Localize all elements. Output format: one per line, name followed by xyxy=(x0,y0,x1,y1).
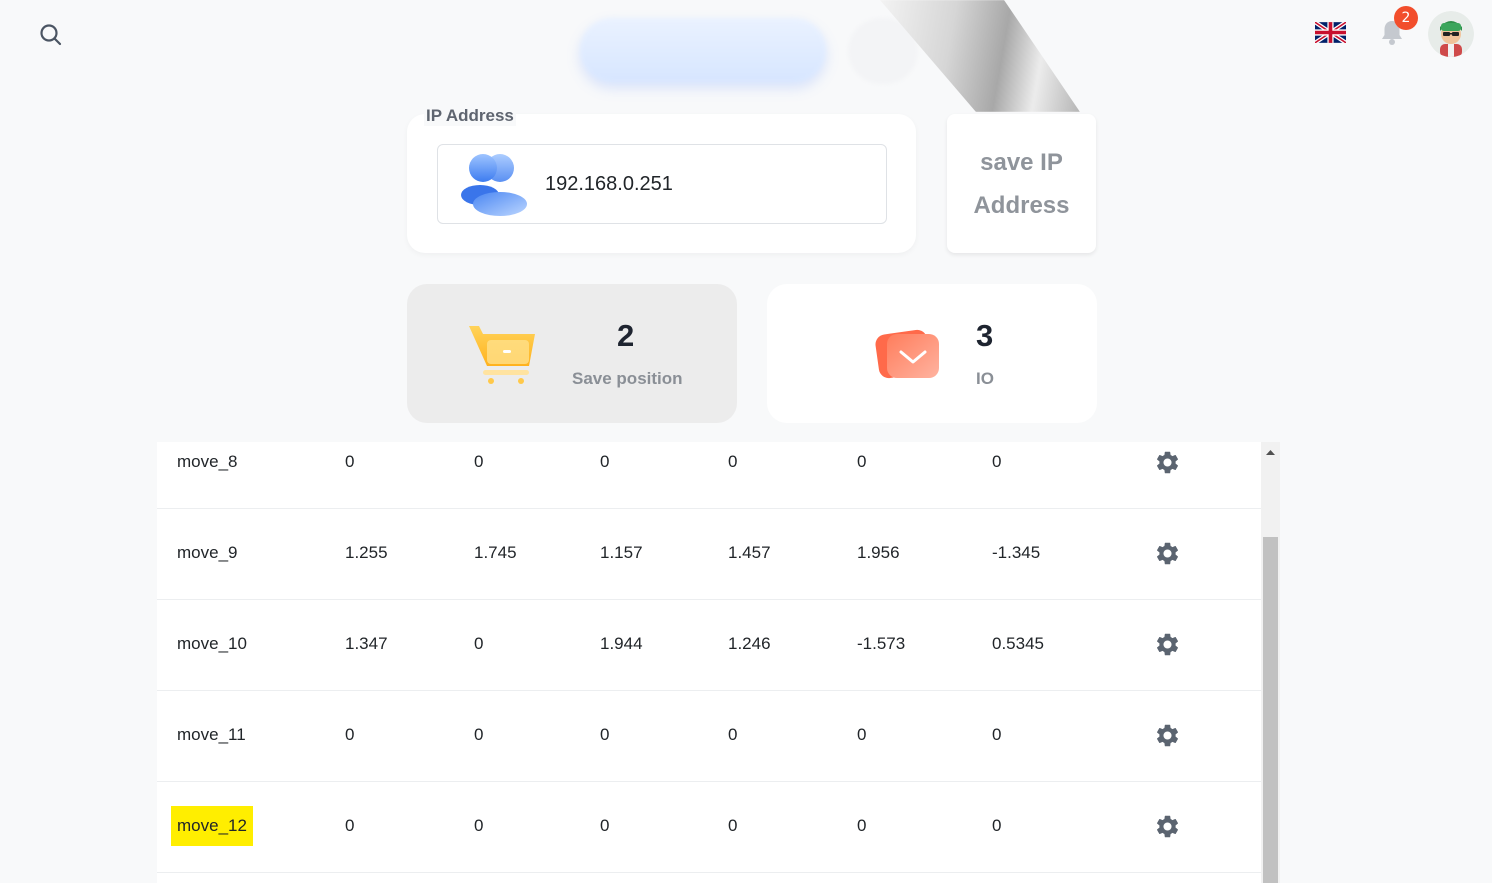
row-name: move_11 xyxy=(177,725,246,744)
ip-address-label: IP Address xyxy=(424,106,516,126)
io-label: IO xyxy=(976,369,994,388)
cell-value: 1.157 xyxy=(600,543,643,562)
uk-flag-icon[interactable] xyxy=(1313,20,1348,45)
cell-value: 0 xyxy=(474,452,484,471)
cell-value: 0 xyxy=(992,725,1002,744)
cell-value: 1.745 xyxy=(474,543,517,562)
row-name-highlighted: move_12 xyxy=(171,806,253,846)
cell-value: 0 xyxy=(857,452,867,471)
cell-value: 0 xyxy=(474,816,484,835)
cell-value: 0 xyxy=(345,816,355,835)
cell-value: 1.347 xyxy=(345,634,388,653)
gear-icon[interactable] xyxy=(1154,449,1181,476)
row-name: move_8 xyxy=(177,452,238,471)
row-name: move_10 xyxy=(177,634,247,653)
gear-icon[interactable] xyxy=(1154,722,1181,749)
avatar[interactable] xyxy=(1428,11,1474,57)
notification-badge: 2 xyxy=(1394,6,1418,30)
cell-value: -1.573 xyxy=(857,634,906,653)
gear-icon[interactable] xyxy=(1154,813,1181,840)
cell-value: 0 xyxy=(600,816,610,835)
cell-value: 1.457 xyxy=(728,543,771,562)
cart-icon xyxy=(467,320,539,386)
search-icon[interactable] xyxy=(38,22,64,48)
gear-icon[interactable] xyxy=(1154,631,1181,658)
gear-icon[interactable] xyxy=(1154,540,1181,567)
ip-address-input[interactable] xyxy=(543,168,877,200)
cell-value: 0 xyxy=(600,725,610,744)
cell-value: 0 xyxy=(728,816,738,835)
cell-value: 0 xyxy=(600,452,610,471)
save-position-label: Save position xyxy=(572,369,683,388)
cell-value: 0 xyxy=(992,816,1002,835)
cell-value: 0 xyxy=(474,634,484,653)
save-ip-address-button[interactable]: save IP Address xyxy=(947,114,1096,253)
blurred-button xyxy=(580,18,826,82)
table-row: move_12 0 0 0 0 0 0 xyxy=(157,781,1261,873)
save-position-card[interactable]: 2 Save position xyxy=(407,284,737,423)
scrollbar-thumb[interactable] xyxy=(1263,537,1278,883)
cell-value: 0 xyxy=(857,816,867,835)
cell-value: 0 xyxy=(345,725,355,744)
cell-value: 1.956 xyxy=(857,543,900,562)
cell-value: 0 xyxy=(992,452,1002,471)
save-ip-button-label: save IP Address xyxy=(973,148,1070,219)
scroll-up-arrow-icon[interactable] xyxy=(1261,442,1280,462)
positions-table: move_8 0 0 0 0 0 0 move_9 1.255 1.745 1.… xyxy=(157,442,1261,883)
cell-value: 0 xyxy=(728,452,738,471)
cell-value: 0 xyxy=(728,725,738,744)
cell-value: 0 xyxy=(857,725,867,744)
row-name: move_9 xyxy=(177,543,238,562)
table-row: move_9 1.255 1.745 1.157 1.457 1.956 -1.… xyxy=(157,508,1261,600)
table-row: move_8 0 0 0 0 0 0 xyxy=(157,442,1261,509)
table-row: move_10 1.347 0 1.944 1.246 -1.573 0.534… xyxy=(157,599,1261,691)
save-position-count: 2 xyxy=(617,318,635,353)
cell-value: 1.246 xyxy=(728,634,771,653)
cell-value: 1.255 xyxy=(345,543,388,562)
cell-value: 0 xyxy=(345,452,355,471)
cell-value: 1.944 xyxy=(600,634,643,653)
cell-value: -1.345 xyxy=(992,543,1041,562)
cell-value: 0 xyxy=(474,725,484,744)
io-count: 3 xyxy=(976,318,994,353)
mail-icon xyxy=(875,324,943,384)
cell-value: 0.5345 xyxy=(992,634,1044,653)
users-icon xyxy=(458,150,530,220)
io-card[interactable]: 3 IO xyxy=(767,284,1097,423)
table-row: move_11 0 0 0 0 0 0 xyxy=(157,690,1261,782)
